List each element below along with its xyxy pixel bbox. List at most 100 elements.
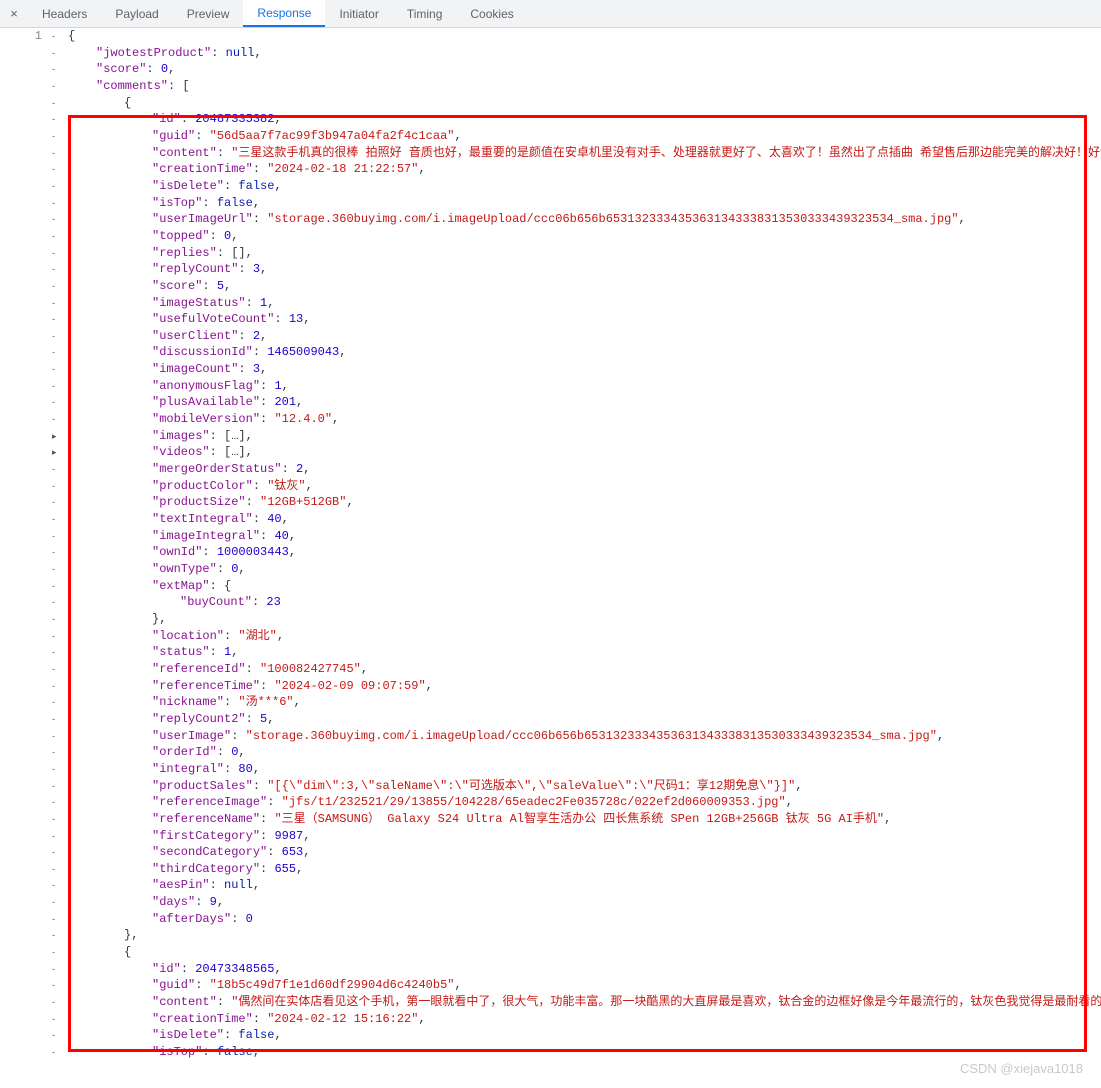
collapse-marker: - <box>52 378 68 395</box>
collapse-marker: - <box>52 961 68 978</box>
collapse-marker: - <box>52 278 68 295</box>
json-line[interactable]: "orderId": 0, <box>68 744 1101 761</box>
json-line[interactable]: "discussionId": 1465009043, <box>68 344 1101 361</box>
json-line[interactable]: }, <box>68 927 1101 944</box>
json-line[interactable]: "referenceId": "100082427745", <box>68 661 1101 678</box>
json-line[interactable]: "location": "湖北", <box>68 628 1101 645</box>
json-line[interactable]: "userImage": "storage.360buyimg.com/i.im… <box>68 728 1101 745</box>
json-line[interactable]: "referenceTime": "2024-02-09 09:07:59", <box>68 678 1101 695</box>
devtools-tabbar: × Headers Payload Preview Response Initi… <box>0 0 1101 28</box>
collapse-marker: - <box>52 728 68 745</box>
json-line[interactable]: "images": […], <box>68 428 1101 445</box>
json-line[interactable]: "userImageUrl": "storage.360buyimg.com/i… <box>68 211 1101 228</box>
collapse-marker: - <box>52 1027 68 1044</box>
tab-cookies[interactable]: Cookies <box>456 0 527 27</box>
json-line[interactable]: "id": 20487335382, <box>68 111 1101 128</box>
collapse-marker: - <box>52 178 68 195</box>
json-line[interactable]: "integral": 80, <box>68 761 1101 778</box>
collapse-marker: - <box>52 828 68 845</box>
json-line[interactable]: "productSize": "12GB+512GB", <box>68 494 1101 511</box>
json-line[interactable]: "usefulVoteCount": 13, <box>68 311 1101 328</box>
tab-response[interactable]: Response <box>243 0 325 27</box>
collapse-marker: - <box>52 145 68 162</box>
json-line[interactable]: "thirdCategory": 655, <box>68 861 1101 878</box>
json-line[interactable]: "id": 20473348565, <box>68 961 1101 978</box>
collapse-marker: - <box>52 594 68 611</box>
close-icon[interactable]: × <box>0 6 28 21</box>
watermark: CSDN @xiejava1018 <box>960 1061 1083 1076</box>
json-line[interactable]: "buyCount": 23 <box>68 594 1101 611</box>
json-line[interactable]: "content": "偶然间在实体店看见这个手机，第一眼就看中了，很大气，功能… <box>68 994 1101 1011</box>
json-line[interactable]: "isTop": false, <box>68 195 1101 212</box>
json-line[interactable]: "productColor": "钛灰", <box>68 478 1101 495</box>
tab-payload[interactable]: Payload <box>101 0 172 27</box>
collapse-marker: - <box>52 328 68 345</box>
json-line[interactable]: "score": 0, <box>68 61 1101 78</box>
collapse-marker: - <box>52 927 68 944</box>
collapse-marker: - <box>52 45 68 62</box>
json-line[interactable]: "afterDays": 0 <box>68 911 1101 928</box>
json-line[interactable]: "textIntegral": 40, <box>68 511 1101 528</box>
horizontal-scrollbar[interactable] <box>0 1076 1101 1088</box>
json-line[interactable]: "ownId": 1000003443, <box>68 544 1101 561</box>
json-line[interactable]: "extMap": { <box>68 578 1101 595</box>
json-line[interactable]: "imageStatus": 1, <box>68 295 1101 312</box>
json-line[interactable]: "secondCategory": 653, <box>68 844 1101 861</box>
json-line[interactable]: "topped": 0, <box>68 228 1101 245</box>
json-line[interactable]: "days": 9, <box>68 894 1101 911</box>
collapse-marker: - <box>52 561 68 578</box>
json-line[interactable]: "mergeOrderStatus": 2, <box>68 461 1101 478</box>
json-line[interactable]: "status": 1, <box>68 644 1101 661</box>
json-line[interactable]: "aesPin": null, <box>68 877 1101 894</box>
json-line[interactable]: "jwotestProduct": null, <box>68 45 1101 62</box>
json-line[interactable]: "score": 5, <box>68 278 1101 295</box>
json-line[interactable]: "mobileVersion": "12.4.0", <box>68 411 1101 428</box>
tab-preview[interactable]: Preview <box>173 0 244 27</box>
json-line[interactable]: "referenceImage": "jfs/t1/232521/29/1385… <box>68 794 1101 811</box>
json-line[interactable]: "firstCategory": 9987, <box>68 828 1101 845</box>
json-line[interactable]: "creationTime": "2024-02-18 21:22:57", <box>68 161 1101 178</box>
collapse-marker: - <box>52 678 68 695</box>
json-line[interactable]: }, <box>68 611 1101 628</box>
json-line[interactable]: "guid": "56d5aa7f7ac99f3b947a04fa2f4c1ca… <box>68 128 1101 145</box>
json-line[interactable]: "creationTime": "2024-02-12 15:16:22", <box>68 1011 1101 1028</box>
collapse-marker: - <box>52 761 68 778</box>
json-line[interactable]: "userClient": 2, <box>68 328 1101 345</box>
tab-headers[interactable]: Headers <box>28 0 101 27</box>
collapse-marker: - <box>52 528 68 545</box>
fold-markers: ------------------------▸▸--------------… <box>52 28 68 1061</box>
json-line[interactable]: "plusAvailable": 201, <box>68 394 1101 411</box>
tab-initiator[interactable]: Initiator <box>325 0 392 27</box>
json-line[interactable]: "replies": [], <box>68 245 1101 262</box>
collapse-marker: - <box>52 911 68 928</box>
collapse-marker: - <box>52 461 68 478</box>
collapse-marker: - <box>52 228 68 245</box>
json-line[interactable]: "ownType": 0, <box>68 561 1101 578</box>
expand-icon[interactable]: ▸ <box>52 428 68 445</box>
json-line[interactable]: { <box>68 28 1101 45</box>
json-line[interactable]: "guid": "18b5c49d7f1e1d60df29904d6c4240b… <box>68 977 1101 994</box>
json-line[interactable]: { <box>68 95 1101 112</box>
response-body[interactable]: 1 ------------------------▸▸------------… <box>0 28 1101 1076</box>
json-line[interactable]: "isDelete": false, <box>68 178 1101 195</box>
json-line[interactable]: "comments": [ <box>68 78 1101 95</box>
json-line[interactable]: "replyCount2": 5, <box>68 711 1101 728</box>
expand-icon[interactable]: ▸ <box>52 444 68 461</box>
json-line[interactable]: "nickname": "汤***6", <box>68 694 1101 711</box>
collapse-marker: - <box>52 1044 68 1061</box>
json-line[interactable]: "content": "三星这款手机真的很棒 拍照好 音质也好，最重要的是颜值在… <box>68 145 1101 162</box>
json-line[interactable]: "videos": […], <box>68 444 1101 461</box>
json-line[interactable]: { <box>68 944 1101 961</box>
json-line[interactable]: "replyCount": 3, <box>68 261 1101 278</box>
json-line[interactable]: "anonymousFlag": 1, <box>68 378 1101 395</box>
json-line[interactable]: "productSales": "[{\"dim\":3,\"saleName\… <box>68 778 1101 795</box>
json-line[interactable]: "imageIntegral": 40, <box>68 528 1101 545</box>
collapse-marker: - <box>52 28 68 45</box>
json-line[interactable]: "referenceName": "三星（SAMSUNG） Galaxy S24… <box>68 811 1101 828</box>
collapse-marker: - <box>52 711 68 728</box>
tab-timing[interactable]: Timing <box>393 0 457 27</box>
json-line[interactable]: "imageCount": 3, <box>68 361 1101 378</box>
json-line[interactable]: "isTop": false, <box>68 1044 1101 1061</box>
collapse-marker: - <box>52 311 68 328</box>
json-line[interactable]: "isDelete": false, <box>68 1027 1101 1044</box>
